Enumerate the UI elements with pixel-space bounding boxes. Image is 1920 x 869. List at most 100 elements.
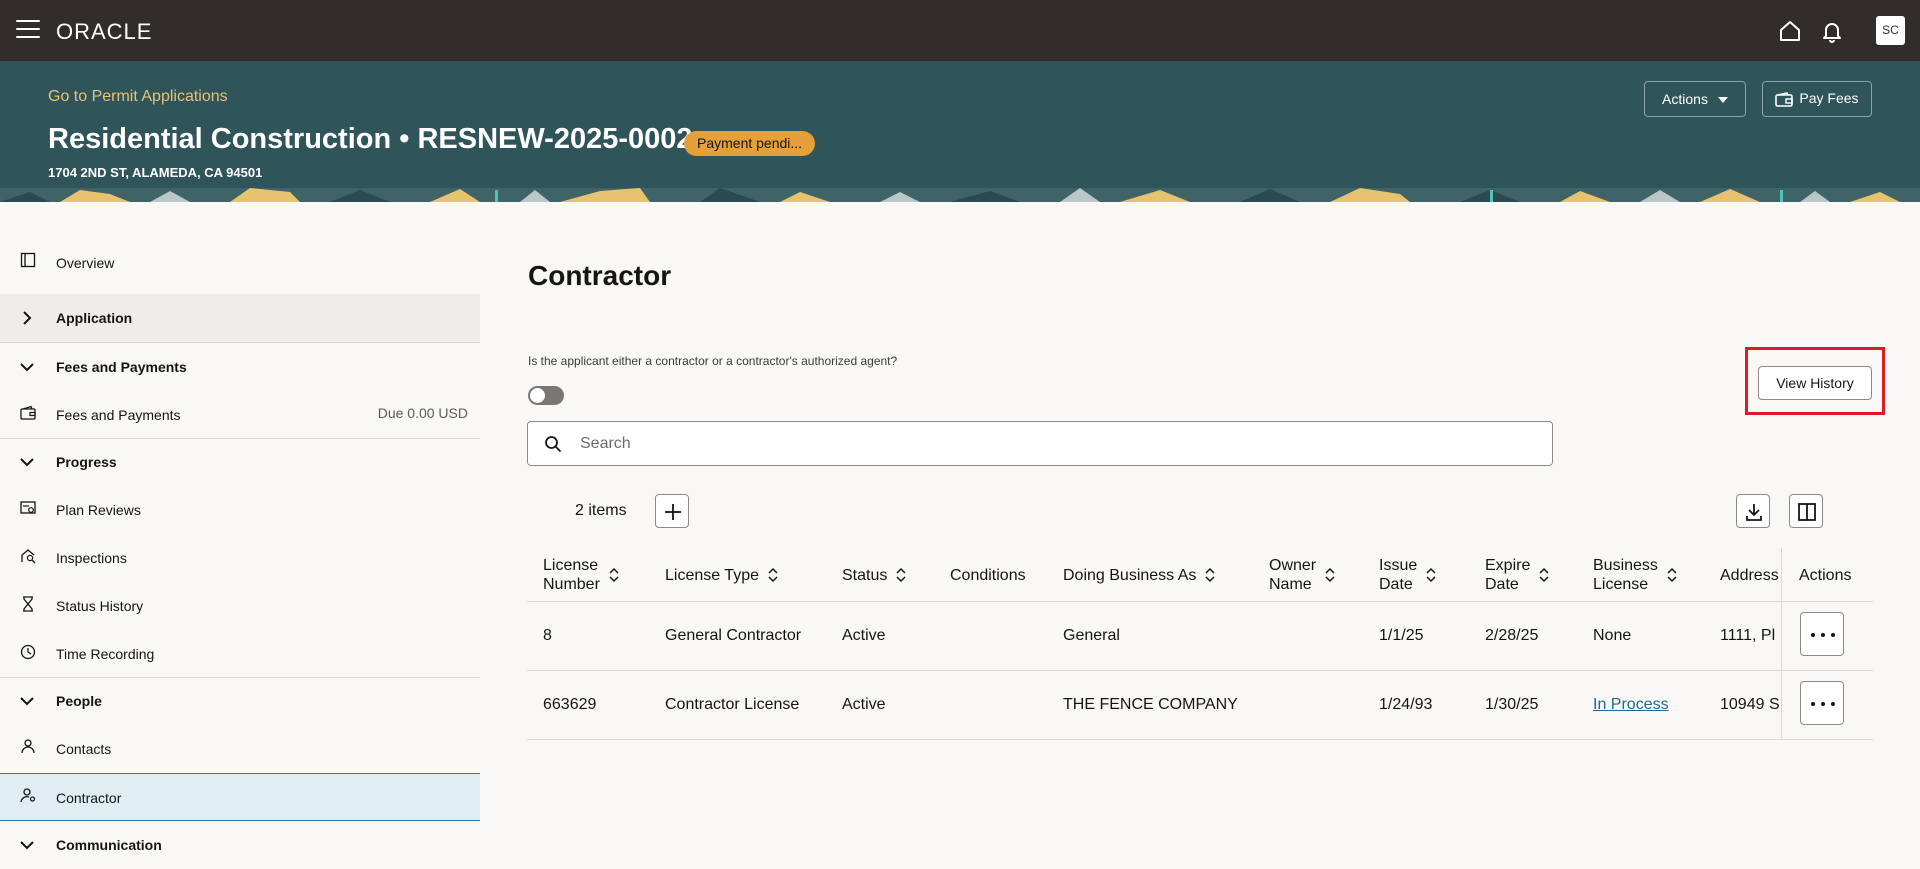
- header-address: Address: [1720, 548, 1779, 602]
- header-business-license[interactable]: Business License: [1593, 548, 1678, 602]
- header-expire-date[interactable]: Expire Date: [1485, 548, 1550, 602]
- search-box[interactable]: [527, 421, 1553, 466]
- chevron-right-icon: [23, 311, 32, 325]
- dot: [1811, 702, 1815, 706]
- header-actions: Actions: [1799, 548, 1851, 602]
- add-button[interactable]: [655, 494, 689, 528]
- header-license-number[interactable]: License Number: [543, 548, 620, 602]
- header-issue-date[interactable]: Issue Date: [1379, 548, 1437, 602]
- caret-down-icon: [1717, 97, 1728, 104]
- sidebar-item-contractor[interactable]: Contractor: [0, 773, 480, 821]
- chevron-down-icon: [20, 458, 34, 467]
- header-text: Status: [842, 566, 888, 584]
- dot: [1811, 633, 1815, 637]
- actions-button[interactable]: Actions: [1644, 81, 1746, 117]
- row-actions-button[interactable]: [1800, 681, 1844, 725]
- header-license-type[interactable]: License Type: [665, 548, 779, 602]
- sidebar-item-label: Inspections: [56, 550, 127, 566]
- sidebar-item-overview[interactable]: Overview: [0, 246, 480, 282]
- user-avatar[interactable]: SC: [1876, 16, 1905, 45]
- sidebar-item-time-recording[interactable]: Time Recording: [0, 629, 480, 677]
- cell-issue-date: 1/1/25: [1379, 627, 1424, 644]
- sidebar-item-inspections[interactable]: Inspections: [0, 533, 480, 581]
- sidebar-group-people[interactable]: People: [0, 678, 480, 724]
- cell-status: Active: [842, 627, 886, 644]
- header-status[interactable]: Status: [842, 548, 907, 602]
- search-input[interactable]: [580, 432, 1520, 456]
- chevron-down-icon: [20, 697, 34, 706]
- home-icon[interactable]: [1776, 17, 1804, 45]
- pay-fees-button[interactable]: Pay Fees: [1762, 81, 1872, 117]
- toggle-knob: [530, 388, 545, 403]
- items-count: 2 items: [575, 502, 627, 519]
- sidebar-item-label: Contractor: [56, 790, 122, 806]
- sidebar-item-plan-reviews[interactable]: Plan Reviews: [0, 485, 480, 533]
- contractor-question-label: Is the applicant either a contractor or …: [528, 354, 898, 368]
- sort-icon[interactable]: [608, 567, 620, 583]
- sidebar-item-fees-and-payments[interactable]: Fees and Payments Due 0.00 USD: [0, 390, 480, 438]
- plus-icon: [665, 504, 681, 520]
- sidebar-item-label: Contacts: [56, 741, 112, 757]
- cell-address: 10949 S: [1720, 696, 1780, 713]
- hourglass-icon: [23, 596, 33, 612]
- sidebar-item-status-history[interactable]: Status History: [0, 581, 480, 629]
- row-actions-button[interactable]: [1800, 612, 1844, 656]
- dot: [1821, 633, 1825, 637]
- header-text: License: [1593, 576, 1649, 593]
- inspection-icon: [21, 549, 36, 564]
- row-divider: [527, 739, 1781, 740]
- header-text: Business: [1593, 557, 1658, 574]
- cell-address: 1111, Pl: [1720, 627, 1776, 644]
- header-conditions: Conditions: [950, 548, 1026, 602]
- table-scroll-area: License Number License Type Status Condit…: [527, 548, 1781, 740]
- sort-icon[interactable]: [767, 567, 779, 583]
- sidebar-item-contacts[interactable]: Contacts: [0, 724, 480, 772]
- bell-icon[interactable]: [1818, 17, 1846, 45]
- sidebar-nav: Overview Application Fees and Payments F…: [0, 202, 480, 869]
- view-history-button[interactable]: View History: [1758, 366, 1872, 400]
- property-address: 1704 2ND ST, ALAMEDA, CA 94501: [48, 165, 263, 180]
- cell-expire-date: 1/30/25: [1485, 696, 1539, 713]
- sidebar-item-label: Application: [56, 310, 133, 326]
- sort-icon[interactable]: [1538, 567, 1550, 583]
- header-text: Actions: [1799, 566, 1852, 584]
- actions-label: Actions: [1662, 91, 1708, 107]
- sidebar-group-fees-and-payments[interactable]: Fees and Payments: [0, 344, 480, 390]
- header-doing-business-as[interactable]: Doing Business As: [1063, 548, 1216, 602]
- page-title: Residential Construction • RESNEW-2025-0…: [48, 123, 693, 155]
- cell-doing-business-as: THE FENCE COMPANY: [1063, 696, 1238, 713]
- sort-icon[interactable]: [1425, 567, 1437, 583]
- sort-icon[interactable]: [1324, 567, 1336, 583]
- actions-column: Actions: [1781, 548, 1873, 740]
- go-to-permit-applications-link[interactable]: Go to Permit Applications: [48, 88, 228, 106]
- sidebar-group-application[interactable]: Application: [0, 294, 480, 343]
- sort-icon[interactable]: [1204, 567, 1216, 583]
- cell-license-type: Contractor License: [665, 696, 800, 713]
- sidebar-item-label: Fees and Payments: [56, 359, 187, 375]
- menu-icon[interactable]: [16, 20, 40, 42]
- business-license-link[interactable]: In Process: [1593, 696, 1669, 714]
- columns-icon: [1798, 503, 1816, 521]
- contractor-icon: [20, 788, 36, 803]
- sidebar-group-communication[interactable]: Communication: [0, 822, 480, 868]
- contractor-table: License Number License Type Status Condit…: [527, 548, 1873, 740]
- header-text: License Type: [665, 566, 759, 584]
- header-owner-name[interactable]: Owner Name: [1269, 548, 1336, 602]
- download-button[interactable]: [1736, 494, 1770, 528]
- sidebar-group-progress[interactable]: Progress: [0, 439, 480, 485]
- chevron-down-icon: [20, 363, 34, 372]
- columns-button[interactable]: [1789, 494, 1823, 528]
- sort-icon[interactable]: [1666, 567, 1678, 583]
- cell-doing-business-as: General: [1063, 627, 1120, 644]
- oracle-logo: ORACLE: [56, 19, 153, 44]
- decorative-pattern-band: [0, 188, 1920, 202]
- header-text: Expire: [1485, 557, 1531, 574]
- header-text: Number: [543, 576, 600, 593]
- contractor-agent-toggle[interactable]: [528, 386, 564, 405]
- download-icon: [1746, 504, 1762, 521]
- header-text: Conditions: [950, 566, 1026, 584]
- header-text: Name: [1269, 576, 1312, 593]
- header-text: Date: [1485, 576, 1519, 593]
- header-text: Doing Business As: [1063, 566, 1197, 584]
- sort-icon[interactable]: [895, 567, 907, 583]
